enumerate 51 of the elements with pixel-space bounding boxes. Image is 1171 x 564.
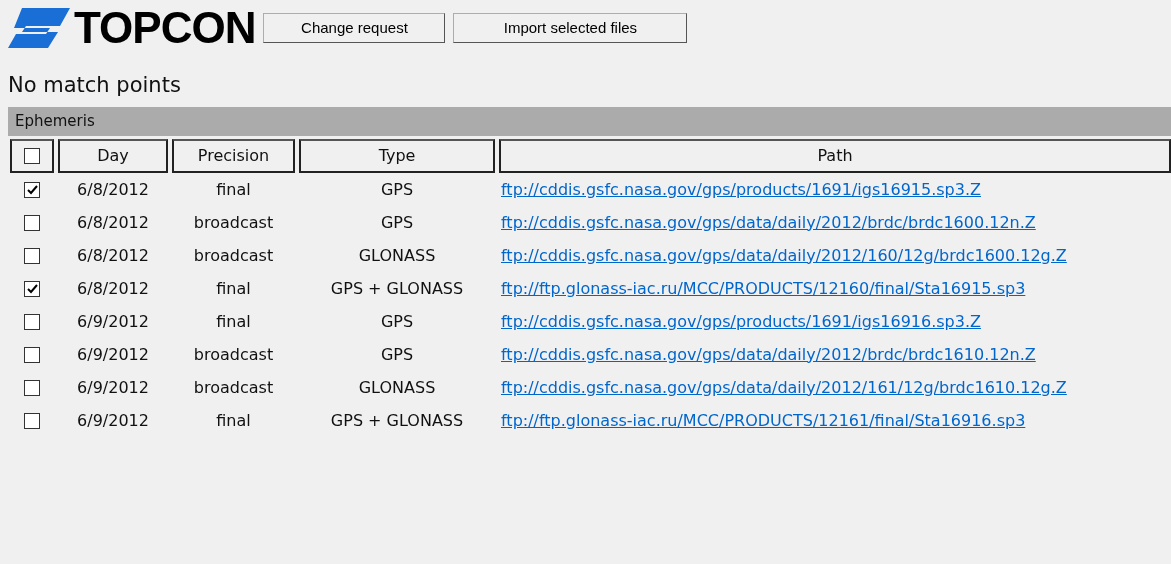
logo-icon: [8, 6, 70, 50]
checkbox[interactable]: [24, 247, 40, 264]
table-cell-text: 6/9/2012: [76, 409, 150, 432]
table-cell-text: GPS: [379, 211, 415, 234]
table-cell-text: 6/8/2012: [76, 244, 150, 267]
checkbox[interactable]: [24, 313, 40, 330]
checkbox[interactable]: [24, 148, 40, 164]
file-link[interactable]: ftp://ftp.glonass-iac.ru/MCC/PRODUCTS/12161/final/Sta16916.sp3: [501, 410, 1026, 430]
table-cell-text: 6/9/2012: [76, 310, 150, 333]
checkbox[interactable]: [24, 379, 40, 396]
file-link[interactable]: ftp://cddis.gsfc.nasa.gov/gps/data/daily/2012/161/12g/brdc1610.12g.Z: [501, 377, 1067, 397]
file-link[interactable]: ftp://cddis.gsfc.nasa.gov/gps/products/1691/igs16915.sp3.Z: [501, 179, 981, 199]
table-cell-text: final: [215, 178, 252, 201]
table-cell-text: GPS + GLONASS: [329, 409, 465, 432]
table-cell-text: 6/9/2012: [76, 343, 150, 366]
table-cell-text: broadcast: [192, 343, 275, 366]
section-header: Ephemeris: [8, 107, 1171, 136]
table-cell-text: 6/8/2012: [76, 277, 150, 300]
table-cell-text: GPS: [379, 343, 415, 366]
checkbox[interactable]: [24, 280, 40, 297]
status-message: No match points: [8, 72, 182, 99]
table-cell-text: 6/8/2012: [76, 211, 150, 234]
table-cell-text: final: [215, 277, 252, 300]
table-cell-text: 6/9/2012: [76, 376, 150, 399]
column-header[interactable]: Precision: [172, 139, 295, 173]
toolbar-button[interactable]: Import selected files: [453, 13, 688, 43]
table-cell-text: broadcast: [192, 211, 275, 234]
checkbox[interactable]: [24, 181, 40, 198]
table-cell-text: GPS + GLONASS: [329, 277, 465, 300]
table-cell-text: broadcast: [192, 376, 275, 399]
column-header[interactable]: Day: [58, 139, 168, 173]
file-link[interactable]: ftp://cddis.gsfc.nasa.gov/gps/data/daily/2012/brdc/brdc1610.12n.Z: [501, 344, 1036, 364]
file-link[interactable]: ftp://cddis.gsfc.nasa.gov/gps/data/daily/2012/brdc/brdc1600.12n.Z: [501, 212, 1036, 232]
checkbox[interactable]: [24, 214, 40, 231]
checkbox[interactable]: [24, 412, 40, 429]
file-link[interactable]: ftp://cddis.gsfc.nasa.gov/gps/data/daily/2012/160/12g/brdc1600.12g.Z: [501, 245, 1067, 265]
file-link[interactable]: ftp://ftp.glonass-iac.ru/MCC/PRODUCTS/12160/final/Sta16915.sp3: [501, 278, 1026, 298]
table-cell-text: broadcast: [192, 244, 275, 267]
table-cell-text: GLONASS: [357, 376, 437, 399]
table-cell-text: final: [215, 310, 252, 333]
file-link[interactable]: ftp://cddis.gsfc.nasa.gov/gps/products/1691/igs16916.sp3.Z: [501, 311, 981, 331]
table-cell-text: 6/8/2012: [76, 178, 150, 201]
table-cell-text: GLONASS: [357, 244, 437, 267]
toolbar-button[interactable]: Change request: [263, 13, 446, 43]
table-cell-text: GPS: [379, 310, 415, 333]
table-cell-text: final: [215, 409, 252, 432]
column-header[interactable]: Path: [499, 139, 1171, 173]
checkbox[interactable]: [24, 346, 40, 363]
column-header[interactable]: Type: [299, 139, 495, 173]
logo-text: TOPCON: [74, 6, 256, 50]
table-cell-text: GPS: [379, 178, 415, 201]
